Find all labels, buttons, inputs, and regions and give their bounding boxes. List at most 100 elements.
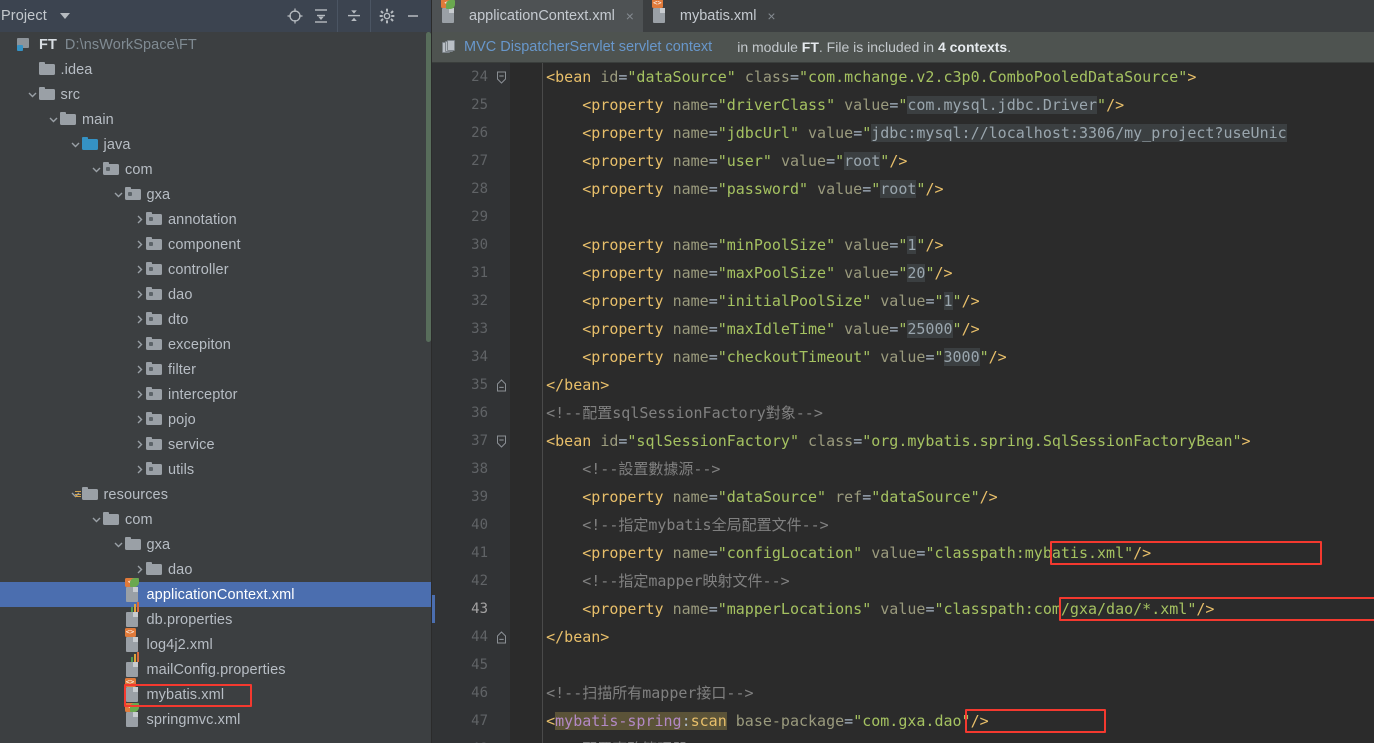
code-line[interactable]: 34 <property name="checkoutTimeout" valu… [432,343,1374,371]
code-line[interactable]: 43 <property name="mapperLocations" valu… [432,595,1374,623]
chevron-right-icon[interactable] [133,332,146,357]
tree-row[interactable]: <> mybatis.xml [0,677,432,707]
chevron-down-icon[interactable] [59,13,70,19]
chevron-right-icon[interactable] [133,357,146,382]
tree-row[interactable]: gxa [0,182,432,207]
code-line[interactable]: 45 [432,651,1374,679]
chevron-right-icon[interactable] [133,457,146,482]
locate-icon[interactable] [282,0,308,32]
tree-row[interactable]: mailConfig.properties [0,651,432,682]
code-line[interactable]: 39 <property name="dataSource" ref="data… [432,483,1374,511]
chevron-down-icon[interactable] [90,507,103,532]
tree-row[interactable]: .idea [0,57,432,82]
code-line[interactable]: 32 <property name="initialPoolSize" valu… [432,287,1374,315]
code-line[interactable]: 29 [432,203,1374,231]
code-line[interactable]: 24 <bean id="dataSource" class="com.mcha… [432,63,1374,91]
code-line[interactable]: 30 <property name="minPoolSize" value="1… [432,231,1374,259]
tree-row[interactable]: dao [0,282,432,307]
line-number: 30 [471,237,488,253]
tree-row[interactable]: com [0,507,432,532]
tree-row-label: mybatis.xml [146,686,225,703]
collapse-all-icon[interactable] [341,0,367,32]
tree-row[interactable]: main [0,107,432,132]
project-panel-scrollbar[interactable] [426,32,431,342]
code-line[interactable]: 40 <!--指定mybatis全局配置文件--> [432,511,1374,539]
chevron-down-icon[interactable] [112,182,125,207]
code-line[interactable]: 41 <property name="configLocation" value… [432,539,1374,567]
code-line[interactable]: 33 <property name="maxIdleTime" value="2… [432,315,1374,343]
code-line[interactable]: 44 </bean> [432,623,1374,651]
context-link[interactable]: MVC DispatcherServlet servlet context [464,39,712,55]
tree-row[interactable]: resources [0,482,432,507]
editor-tab[interactable]: <> mybatis.xml × [643,0,785,32]
code-line[interactable]: 28 <property name="password" value="root… [432,175,1374,203]
chevron-right-icon[interactable] [133,232,146,257]
chevron-right-icon[interactable] [133,257,146,282]
tree-row[interactable]: service [0,432,432,457]
code-line[interactable]: 48 <!--配置事務管理器--> [432,735,1374,743]
gear-icon[interactable] [374,0,400,32]
chevron-right-icon[interactable] [133,432,146,457]
close-icon[interactable]: × [765,8,777,24]
tree-row[interactable]: <springmvc.xml [0,702,432,732]
code-line[interactable]: 37 <bean id="sqlSessionFactory" class="o… [432,427,1374,455]
chevron-down-icon[interactable] [47,107,60,132]
code-lines[interactable]: 24 <bean id="dataSource" class="com.mcha… [432,63,1374,743]
code-line[interactable]: 35 </bean> [432,371,1374,399]
tree-row[interactable]: interceptor [0,382,432,407]
fold-start-icon[interactable] [495,427,508,455]
code-line[interactable]: 38 <!--設置數據源--> [432,455,1374,483]
package-icon [146,436,163,453]
toolbar-separator-2 [370,0,371,32]
tree-row[interactable]: <> log4j2.xml [0,627,432,657]
chevron-right-icon[interactable] [133,407,146,432]
expand-all-icon[interactable] [308,0,334,32]
code-line[interactable]: 25 <property name="driverClass" value="c… [432,91,1374,119]
chevron-down-icon[interactable] [26,82,39,107]
chevron-right-icon[interactable] [133,207,146,232]
tree-row-label: db.properties [146,611,233,628]
tree-row[interactable]: src [0,82,432,107]
tree-row[interactable]: db.properties [0,601,432,632]
code-text: <!--配置sqlSessionFactory對象--> [546,404,823,422]
tree-row[interactable]: gxa [0,532,432,557]
chevron-down-icon[interactable] [112,532,125,557]
tree-row[interactable]: annotation [0,207,432,232]
panel-divider[interactable] [431,0,432,743]
code-line[interactable]: 46 <!--扫描所有mapper接口--> [432,679,1374,707]
minimize-icon[interactable] [400,0,426,32]
tree-row[interactable]: dao [0,557,432,582]
code-line[interactable]: 36 <!--配置sqlSessionFactory對象--> [432,399,1374,427]
tree-row[interactable]: java [0,132,432,157]
chevron-right-icon[interactable] [133,282,146,307]
chevron-down-icon[interactable] [69,132,82,157]
project-tree[interactable]: FT D:\nsWorkSpace\FT .idea src main java com gx… [0,32,432,743]
code-line[interactable]: 31 <property name="maxPoolSize" value="2… [432,259,1374,287]
close-icon[interactable]: × [624,8,636,24]
code-editor[interactable]: 24 <bean id="dataSource" class="com.mcha… [432,63,1374,743]
tree-row[interactable]: controller [0,257,432,282]
fold-end-icon[interactable] [495,623,508,651]
code-line[interactable]: 27 <property name="user" value="root"/> [432,147,1374,175]
editor-tab[interactable]: < applicationContext.xml × [432,0,643,32]
tree-row-selected[interactable]: <applicationContext.xml [0,577,432,607]
chevron-down-icon[interactable] [90,157,103,182]
code-line[interactable]: 47 <mybatis-spring:scan base-package="co… [432,707,1374,735]
tree-row[interactable]: pojo [0,407,432,432]
line-number: 37 [471,433,488,449]
tree-row[interactable]: utils [0,457,432,482]
code-line[interactable]: 26 <property name="jdbcUrl" value="jdbc:… [432,119,1374,147]
tree-row[interactable]: component [0,232,432,257]
tree-row[interactable]: FT D:\nsWorkSpace\FT [0,32,432,57]
tree-row[interactable]: filter [0,357,432,382]
tree-row-label: excepiton [168,336,231,353]
tree-row[interactable]: dto [0,307,432,332]
fold-end-icon[interactable] [495,371,508,399]
tree-row[interactable]: excepiton [0,332,432,357]
code-line[interactable]: 42 <!--指定mapper映射文件--> [432,567,1374,595]
chevron-right-icon[interactable] [133,382,146,407]
fold-start-icon[interactable] [495,63,508,91]
chevron-right-icon[interactable] [133,307,146,332]
tree-row[interactable]: com [0,157,432,182]
